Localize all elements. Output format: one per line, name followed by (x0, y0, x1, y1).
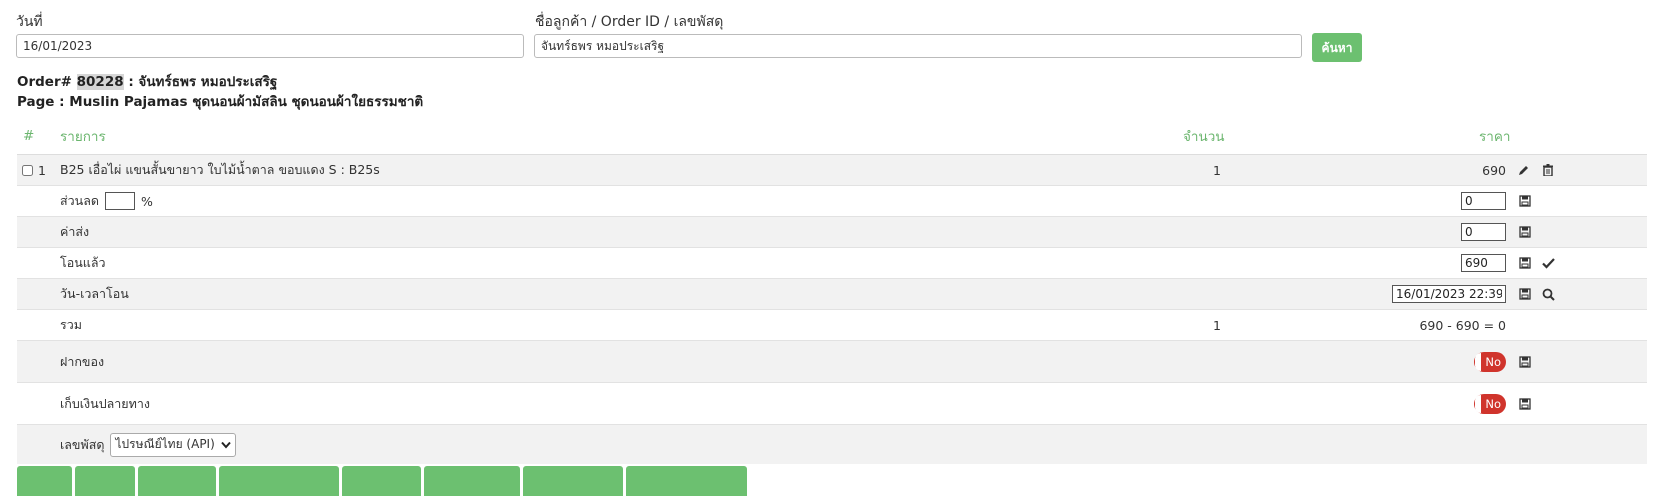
order-table: # รายการ จำนวน ราคา 1 B25 เอื่อไผ่ แขนสั… (17, 118, 1647, 464)
total-label: รวม (60, 317, 82, 332)
table-header: # รายการ จำนวน ราคา (17, 118, 1647, 155)
shipping-input[interactable] (1461, 223, 1506, 241)
carrier-selected: ไปรษณีย์ไทย (API) (115, 437, 215, 451)
percent-sign: % (140, 193, 153, 209)
save-icon[interactable] (1518, 397, 1532, 411)
customer-search-input[interactable] (534, 34, 1302, 58)
carrier-select[interactable]: ไปรษณีย์ไทย (API) (110, 432, 236, 457)
cod-toggle[interactable]: No (1474, 393, 1506, 414)
header-item: รายการ (60, 129, 106, 145)
save-icon[interactable] (1518, 355, 1532, 369)
transferred-input[interactable] (1461, 254, 1506, 272)
table-row-cod: เก็บเงินปลายทาง No (17, 383, 1647, 425)
table-row-transferred: โอนแล้ว (17, 248, 1647, 279)
transfer-time-input[interactable] (1392, 285, 1506, 303)
save-icon[interactable] (1518, 225, 1532, 239)
action-button-4[interactable] (219, 466, 339, 496)
total-value: 690 - 690 = 0 (1419, 317, 1506, 333)
order-id[interactable]: 80228 (76, 74, 124, 90)
search-button[interactable]: ค้นหา (1312, 33, 1362, 62)
check-icon[interactable] (1541, 256, 1555, 270)
action-button-2[interactable] (75, 466, 135, 496)
item-checkbox[interactable] (22, 164, 33, 176)
tracking-label: เลขพัสดุ (60, 436, 105, 452)
header-price: ราคา (1479, 129, 1511, 145)
search-icon[interactable] (1541, 287, 1555, 301)
chevron-down-icon (221, 440, 231, 450)
discount-percent-input[interactable] (104, 192, 135, 210)
action-button-1[interactable] (17, 466, 72, 496)
order-prefix: Order# (17, 74, 72, 90)
order-page: วันที่ ชื่อลูกค้า / Order ID / เลขพัสดุ … (0, 0, 1655, 496)
date-label: วันที่ (16, 14, 43, 30)
action-button-6[interactable] (424, 466, 520, 496)
table-row-discount: ส่วนลด % (17, 186, 1647, 217)
deposit-toggle[interactable]: No (1474, 351, 1506, 372)
table-row-item: 1 B25 เอื่อไผ่ แขนสั้นขายาว ใบไม้น้ำตาล … (17, 155, 1647, 186)
save-icon[interactable] (1518, 194, 1532, 208)
table-row-transfer-time: วัน-เวลาโอน (17, 279, 1647, 310)
discount-input[interactable] (1461, 192, 1506, 210)
customer-label: ชื่อลูกค้า / Order ID / เลขพัสดุ (535, 14, 724, 30)
transfer-time-label: วัน-เวลาโอน (60, 286, 129, 301)
order-title: Order# 80228 : จันทร์ธพร หมอประเสริฐ (17, 70, 277, 92)
date-input[interactable] (16, 34, 524, 58)
action-button-8[interactable] (626, 466, 747, 496)
total-qty: 1 (1213, 317, 1221, 333)
action-button-7[interactable] (523, 466, 623, 496)
table-row-shipping: ค่าส่ง (17, 217, 1647, 248)
table-row-total: รวม 1 690 - 690 = 0 (17, 310, 1647, 341)
item-name: B25 เอื่อไผ่ แขนสั้นขายาว ใบไม้น้ำตาล ขอ… (60, 162, 380, 177)
order-customer: : จันทร์ธพร หมอประเสริฐ (128, 74, 278, 90)
pencil-icon[interactable] (1517, 163, 1531, 177)
shipping-label: ค่าส่ง (60, 224, 90, 239)
order-page-line: Page : Muslin Pajamas ชุดนอนผ้ามัสลิน ชุ… (17, 94, 424, 110)
save-icon[interactable] (1518, 287, 1532, 301)
item-index: 1 (38, 162, 46, 178)
item-price: 690 (1482, 162, 1506, 178)
deposit-label: ฝากของ (60, 353, 105, 369)
table-row-tracking: เลขพัสดุ ไปรษณีย์ไทย (API) (17, 425, 1647, 464)
save-icon[interactable] (1518, 256, 1532, 270)
cod-label: เก็บเงินปลายทาง (60, 395, 150, 411)
table-row-deposit: ฝากของ No (17, 341, 1647, 383)
trash-icon[interactable] (1541, 163, 1555, 177)
header-num: # (23, 128, 35, 144)
header-qty: จำนวน (1183, 129, 1225, 145)
discount-label: ส่วนลด (60, 193, 99, 208)
action-button-5[interactable] (342, 466, 421, 496)
action-button-3[interactable] (138, 466, 216, 496)
transferred-label: โอนแล้ว (60, 255, 106, 270)
item-qty: 1 (1213, 162, 1221, 178)
